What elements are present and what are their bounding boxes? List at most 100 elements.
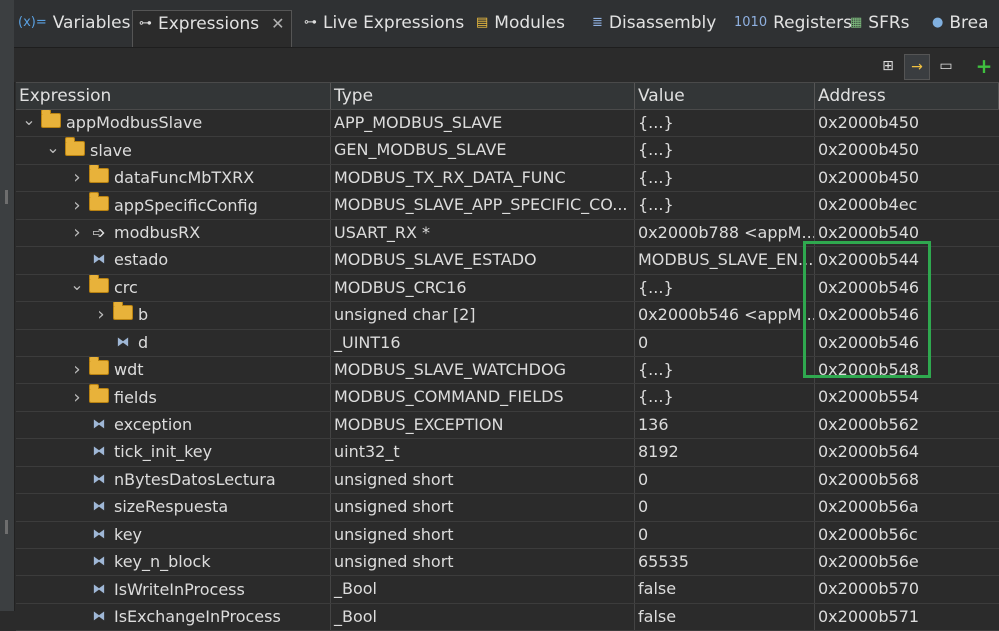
type-cell: _Bool: [331, 603, 635, 631]
expression-cell: ⧓ exception: [16, 411, 331, 439]
value-cell[interactable]: 0x2000b546 <appM...: [635, 302, 815, 329]
table-row[interactable]: › wdt MODBUS_SLAVE_WATCHDOG {...} 0x2000b548: [16, 356, 999, 385]
type-cell: MODBUS_TX_RX_DATA_FUNC: [331, 164, 635, 192]
expression-cell: ⧓ nBytesDatosLectura: [16, 466, 331, 494]
table-row[interactable]: ⧓ estado MODBUS_SLAVE_ESTADO MODBUS_SLAVE_E…: [16, 247, 999, 275]
folder-shape: [89, 384, 109, 403]
table-row[interactable]: › fields MODBUS_COMMAND_FIELDS {...} 0x2000b…: [16, 384, 999, 412]
table-row[interactable]: ⌄ slave GEN_MODBUS_SLAVE {...} 0x2000b450: [16, 137, 999, 165]
column-header-type[interactable]: Type: [331, 83, 635, 109]
folder-icon: [88, 274, 110, 301]
expression-name: estado: [114, 250, 169, 270]
chevron-down-icon[interactable]: ⌄: [22, 112, 36, 128]
value-cell[interactable]: 0: [635, 494, 815, 521]
tab-disassembly[interactable]: ≣ Disassembly: [592, 12, 716, 50]
expression-name: b: [138, 305, 149, 325]
address-cell: 0x2000b548: [818, 359, 920, 379]
table-row[interactable]: › b unsigned char [2] 0x2000b546 <appM... 0x…: [16, 302, 999, 330]
expression-cell: ⧓ IsExchangeInProcess: [16, 603, 331, 631]
expression-cell: ⧓ estado: [16, 247, 331, 274]
value-cell[interactable]: {...}: [635, 110, 815, 137]
address-cell: 0x2000b546: [818, 332, 920, 352]
tab-variables[interactable]: (x)= Variables: [18, 12, 130, 50]
table-row[interactable]: ⌄ crc MODBUS_CRC16 {...} 0x2000b546: [16, 274, 999, 303]
value-cell[interactable]: 65535: [635, 549, 815, 576]
tab-brea[interactable]: ● Brea: [932, 12, 989, 50]
close-icon[interactable]: ✕: [271, 13, 284, 35]
expression-name: crc: [114, 277, 138, 297]
pointer-icon: ➩: [92, 222, 106, 242]
tab-registers[interactable]: 1010 Registers: [734, 12, 852, 50]
column-header-value[interactable]: Value: [635, 83, 815, 109]
value-cell[interactable]: {...}: [635, 274, 815, 302]
value-cell[interactable]: false: [635, 603, 815, 631]
chevron-down-icon[interactable]: ⌄: [70, 276, 84, 292]
value-cell[interactable]: 0x2000b788 <appM...: [635, 219, 815, 247]
tab-sfrs[interactable]: ▦ SFRs: [850, 12, 910, 50]
variable-icon: ⧓: [116, 334, 130, 350]
table-row[interactable]: ⌄ appModbusSlave APP_MODBUS_SLAVE {...} 0x20…: [16, 110, 999, 138]
value-cell[interactable]: 8192: [635, 439, 815, 466]
table-row[interactable]: ⧓ IsExchangeInProcess _Bool false 0x2000b571: [16, 603, 999, 631]
folder-shape: [89, 164, 109, 184]
folder-icon: [112, 302, 134, 328]
table-row[interactable]: › dataFuncMbTXRX MODBUS_TX_RX_DATA_FUNC {..…: [16, 164, 999, 193]
value-cell[interactable]: {...}: [635, 164, 815, 192]
table-row[interactable]: ⧓ IsWriteInProcess _Bool false 0x2000b570: [16, 576, 999, 604]
live-expressions-icon: ⊶: [304, 15, 317, 30]
address-cell: 0x2000b450: [818, 167, 920, 187]
table-row[interactable]: ⧓ nBytesDatosLectura unsigned short 0 0x2000…: [16, 466, 999, 495]
variables-icon: (x)=: [18, 15, 47, 30]
table-row[interactable]: › appSpecificConfig MODBUS_SLAVE_APP_SPECI…: [16, 192, 999, 220]
folder-shape: [89, 356, 109, 376]
value-cell[interactable]: {...}: [635, 384, 815, 411]
table-row[interactable]: ⧓ key_n_block unsigned short 65535 0x2000b56…: [16, 549, 999, 577]
address-cell: 0x2000b540: [818, 222, 920, 242]
value-cell[interactable]: 0: [635, 521, 815, 548]
chevron-right-icon[interactable]: ›: [70, 357, 84, 383]
table-row[interactable]: ⧓ key unsigned short 0 0x2000b56c: [16, 521, 999, 549]
table-row[interactable]: ⧓ exception MODBUS_EXCEPTION 136 0x2000b562: [16, 411, 999, 440]
show-type-names-icon[interactable]: ⊞: [876, 54, 900, 78]
value-cell[interactable]: {...}: [635, 356, 815, 384]
expression-cell: ⧓ sizeRespuesta: [16, 494, 331, 521]
variable-icon: ⧓: [92, 471, 106, 487]
value-cell[interactable]: {...}: [635, 137, 815, 164]
chevron-right-icon[interactable]: ›: [70, 220, 84, 246]
address-cell: 0x2000b4ec: [818, 195, 918, 215]
folder-shape: [89, 192, 109, 211]
table-row[interactable]: ⧓ tick_init_key uint32_t 8192 0x2000b564: [16, 439, 999, 467]
tab-live-expressions[interactable]: ⊶ Live Expressions: [304, 12, 464, 50]
tab-expressions[interactable]: ⊶ Expressions ✕: [132, 10, 292, 47]
chevron-down-icon[interactable]: ⌄: [46, 139, 60, 155]
address-cell: 0x2000b56c: [818, 524, 918, 544]
add-expression-icon[interactable]: +: [972, 54, 996, 78]
chevron-right-icon[interactable]: ›: [70, 165, 84, 191]
chevron-right-icon[interactable]: ›: [70, 385, 84, 411]
table-row[interactable]: › ➩ modbusRX USART_RX * 0x2000b788 <appM... 0…: [16, 219, 999, 248]
address-cell: 0x2000b568: [818, 469, 920, 489]
value-cell[interactable]: false: [635, 576, 815, 603]
folder-shape: [41, 110, 61, 129]
value-cell[interactable]: 0: [635, 466, 815, 494]
value-cell[interactable]: 136: [635, 411, 815, 439]
chevron-right-icon[interactable]: ›: [94, 302, 108, 328]
expression-name: IsExchangeInProcess: [114, 607, 281, 627]
value-cell[interactable]: 0: [635, 329, 815, 356]
table-row[interactable]: ⧓ d _UINT16 0 0x2000b546: [16, 329, 999, 357]
expression-cell: › dataFuncMbTXRX: [16, 164, 331, 192]
breakpoints-icon: ●: [932, 15, 944, 30]
expression-name: modbusRX: [114, 222, 201, 242]
type-cell: unsigned short: [331, 521, 635, 548]
expression-name: appSpecificConfig: [114, 195, 258, 215]
expression-cell: ⧓ tick_init_key: [16, 439, 331, 466]
value-cell[interactable]: {...}: [635, 192, 815, 219]
layout-icon[interactable]: ▭: [934, 54, 958, 78]
collapse-all-icon[interactable]: →: [904, 54, 930, 80]
chevron-right-icon[interactable]: ›: [70, 193, 84, 219]
tab-modules[interactable]: ▤ Modules: [476, 12, 565, 50]
value-cell[interactable]: MODBUS_SLAVE_EN...: [635, 247, 815, 274]
column-header-expression[interactable]: Expression: [16, 83, 331, 109]
column-header-address[interactable]: Address: [815, 83, 999, 109]
table-row[interactable]: ⧓ sizeRespuesta unsigned short 0 0x2000b56a: [16, 494, 999, 522]
